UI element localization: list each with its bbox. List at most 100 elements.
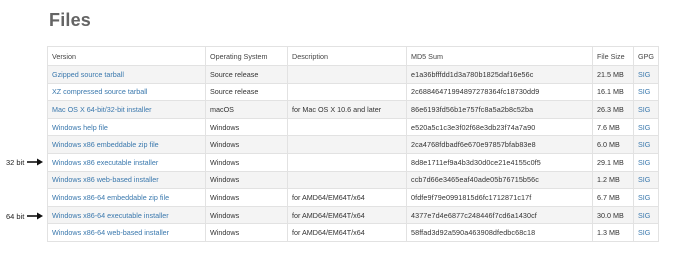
os-cell: Windows [205,223,288,242]
version-cell: Mac OS X 64-bit/32-bit installer [47,100,206,119]
description-cell [287,135,407,154]
table-row: Windows x86-64 embeddable zip file Windo… [47,188,659,207]
arrow-right-icon [27,212,44,220]
version-cell: Windows x86 executable installer [47,152,206,172]
md5-cell: 2c68846471994897278364fc18730dd9 [406,82,593,102]
downloads-page: Files Version Operating System Descripti… [0,0,700,277]
gpg-cell: SIG [633,117,659,137]
gpg-cell: SIG [633,100,659,119]
annotation-64-bit: 64 bit [6,211,44,221]
description-cell: for AMD64/EM64T/x64 [287,223,407,242]
download-link[interactable]: Windows x86-64 executable installer [52,211,169,220]
table-row: Windows x86-64 executable installer Wind… [47,205,659,225]
table-row: Windows x86 executable installer Windows… [47,152,659,172]
md5-cell: 4377e7d4e6877c248446f7cd6a1430cf [406,205,593,225]
download-link[interactable]: Windows x86-64 web-based installer [52,228,169,237]
os-cell: macOS [205,100,288,119]
version-cell: XZ compressed source tarball [47,82,206,102]
header-description: Description [287,46,407,66]
os-cell: Windows [205,205,288,225]
size-cell: 6.0 MB [592,135,634,154]
version-cell: Windows help file [47,117,206,137]
download-link[interactable]: Windows x86 embeddable zip file [52,140,159,149]
table-row: Windows x86 web-based installer Windows … [47,170,659,190]
page-title: Files [49,10,92,30]
os-cell: Windows [205,135,288,154]
download-link[interactable]: Windows x86 executable installer [52,158,158,167]
version-cell: Windows x86 embeddable zip file [47,135,206,154]
md5-cell: 86e6193fd56b1e757fc8a5a2b8c52ba [406,100,593,119]
os-cell: Windows [205,170,288,190]
download-link[interactable]: Gzipped source tarball [52,70,124,79]
description-cell: for AMD64/EM64T/x64 [287,205,407,225]
table-row: Windows x86 embeddable zip file Windows … [47,135,659,154]
gpg-cell: SIG [633,65,659,84]
description-cell: for Mac OS X 10.6 and later [287,100,407,119]
header-gpg: GPG [633,46,659,66]
os-cell: Windows [205,117,288,137]
size-cell: 26.3 MB [592,100,634,119]
gpg-cell: SIG [633,152,659,172]
md5-cell: 8d8e1711ef9a4b3d30d0ce21e4155c0f5 [406,152,593,172]
arrow-right-icon [27,158,44,166]
size-cell: 30.0 MB [592,205,634,225]
annotation-64-bit-label: 64 bit [6,211,25,221]
annotation-32-bit: 32 bit [6,157,44,167]
download-link[interactable]: XZ compressed source tarball [52,87,147,96]
version-cell: Windows x86-64 executable installer [47,205,206,225]
os-cell: Source release [205,65,288,84]
md5-cell: 2ca4768fdbadf6e670e97857bfab83e8 [406,135,593,154]
sig-link[interactable]: SIG [638,70,650,79]
sig-link[interactable]: SIG [638,175,650,184]
os-cell: Windows [205,152,288,172]
sig-link[interactable]: SIG [638,228,650,237]
description-cell [287,152,407,172]
sig-link[interactable]: SIG [638,140,650,149]
md5-cell: e1a36bfffdd1d3a780b1825daf16e56c [406,65,593,84]
sig-link[interactable]: SIG [638,105,650,114]
md5-cell: 0fdfe9f79e0991815d6fc1712871c17f [406,188,593,207]
os-cell: Source release [205,82,288,102]
gpg-cell: SIG [633,82,659,102]
annotation-32-bit-label: 32 bit [6,157,25,167]
description-cell [287,170,407,190]
header-os: Operating System [205,46,288,66]
size-cell: 21.5 MB [592,65,634,84]
md5-cell: e520a5c1c3e3f02f68e3db23f74a7a90 [406,117,593,137]
description-cell [287,65,407,84]
version-cell: Windows x86-64 web-based installer [47,223,206,242]
table-row: Gzipped source tarball Source release e1… [47,65,659,84]
header-version: Version [47,46,206,66]
size-cell: 7.6 MB [592,117,634,137]
download-link[interactable]: Mac OS X 64-bit/32-bit installer [52,105,151,114]
gpg-cell: SIG [633,205,659,225]
size-cell: 29.1 MB [592,152,634,172]
version-cell: Gzipped source tarball [47,65,206,84]
gpg-cell: SIG [633,135,659,154]
description-cell: for AMD64/EM64T/x64 [287,188,407,207]
header-size: File Size [592,46,634,66]
table-row: Mac OS X 64-bit/32-bit installer macOS f… [47,100,659,119]
download-link[interactable]: Windows help file [52,123,108,132]
gpg-cell: SIG [633,223,659,242]
table-row: XZ compressed source tarball Source rele… [47,82,659,102]
sig-link[interactable]: SIG [638,87,650,96]
size-cell: 1.2 MB [592,170,634,190]
sig-link[interactable]: SIG [638,158,650,167]
download-link[interactable]: Windows x86-64 embeddable zip file [52,193,169,202]
size-cell: 16.1 MB [592,82,634,102]
table-row: Windows help file Windows e520a5c1c3e3f0… [47,117,659,137]
download-link[interactable]: Windows x86 web-based installer [52,175,159,184]
table-row: Windows x86-64 web-based installer Windo… [47,223,659,242]
version-cell: Windows x86-64 embeddable zip file [47,188,206,207]
sig-link[interactable]: SIG [638,193,650,202]
sig-link[interactable]: SIG [638,123,650,132]
gpg-cell: SIG [633,188,659,207]
os-cell: Windows [205,188,288,207]
sig-link[interactable]: SIG [638,211,650,220]
table-header-row: Version Operating System Description MD5… [47,46,659,66]
files-table: Version Operating System Description MD5… [47,46,659,242]
description-cell [287,117,407,137]
size-cell: 1.3 MB [592,223,634,242]
md5-cell: 58ffad3d92a590a463908dfedbc68c18 [406,223,593,242]
